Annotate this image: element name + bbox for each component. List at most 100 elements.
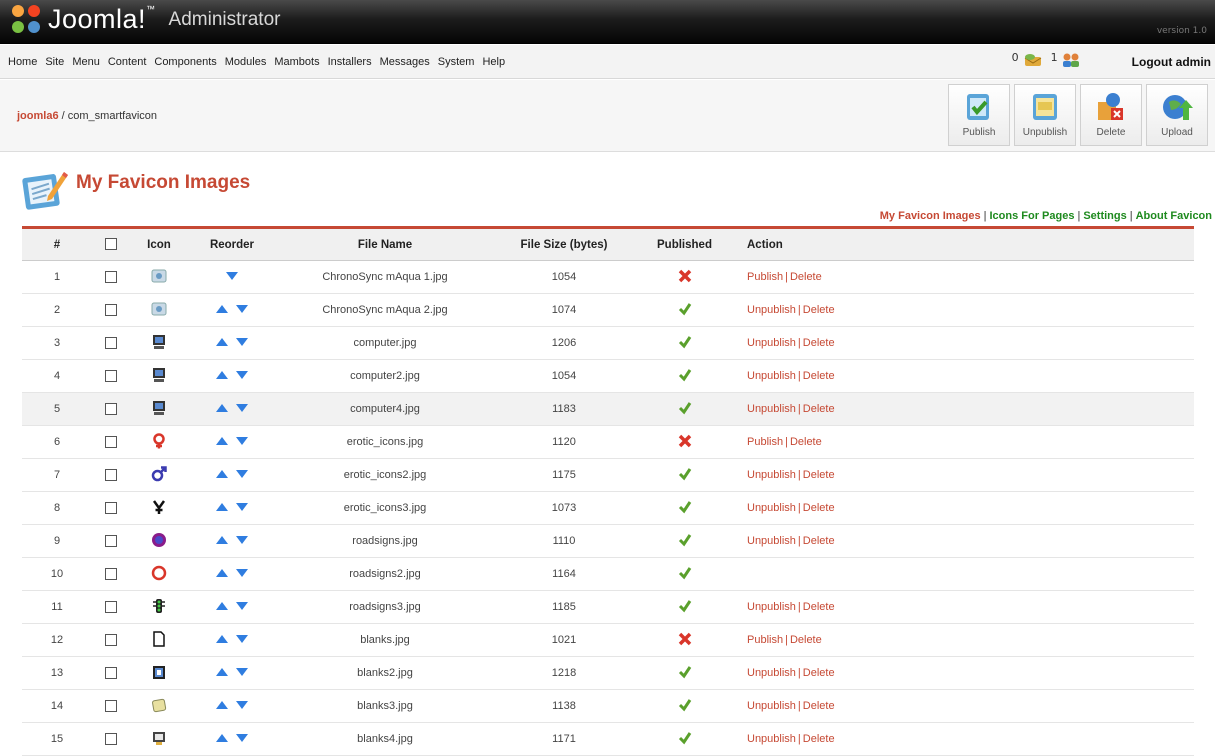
menu-item-messages[interactable]: Messages — [376, 56, 434, 68]
delete-button[interactable]: Delete — [1080, 84, 1142, 146]
row-checkbox[interactable] — [105, 733, 117, 746]
subnav-icons-for-pages[interactable]: Icons For Pages — [990, 210, 1075, 222]
move-up-arrow-icon[interactable] — [215, 304, 229, 317]
row-delete-link[interactable]: Delete — [803, 667, 835, 679]
publish-button[interactable]: Publish — [948, 84, 1010, 146]
move-down-arrow-icon[interactable] — [235, 667, 249, 680]
messages-icon[interactable] — [1022, 52, 1044, 72]
menu-item-components[interactable]: Components — [150, 56, 220, 68]
published-check-icon[interactable] — [678, 731, 692, 748]
move-up-arrow-icon[interactable] — [215, 733, 229, 746]
row-checkbox[interactable] — [105, 370, 117, 383]
row-unpublish-link[interactable]: Unpublish — [747, 370, 796, 382]
move-up-arrow-icon[interactable] — [215, 502, 229, 515]
move-up-arrow-icon[interactable] — [215, 700, 229, 713]
move-up-arrow-icon[interactable] — [215, 403, 229, 416]
unpublished-cross-icon[interactable] — [678, 269, 692, 286]
logout-link[interactable]: Logout admin — [1132, 55, 1211, 69]
move-down-arrow-icon[interactable] — [235, 469, 249, 482]
row-publish-link[interactable]: Publish — [747, 436, 783, 448]
row-publish-link[interactable]: Publish — [747, 634, 783, 646]
row-unpublish-link[interactable]: Unpublish — [747, 469, 796, 481]
move-up-arrow-icon[interactable] — [215, 568, 229, 581]
row-unpublish-link[interactable]: Unpublish — [747, 535, 796, 547]
move-down-arrow-icon[interactable] — [235, 535, 249, 548]
published-check-icon[interactable] — [678, 599, 692, 616]
move-up-arrow-icon[interactable] — [215, 436, 229, 449]
published-check-icon[interactable] — [678, 368, 692, 385]
row-delete-link[interactable]: Delete — [803, 535, 835, 547]
menu-item-home[interactable]: Home — [4, 56, 41, 68]
menu-item-help[interactable]: Help — [478, 56, 509, 68]
published-check-icon[interactable] — [678, 566, 692, 583]
move-up-arrow-icon[interactable] — [215, 601, 229, 614]
move-up-arrow-icon[interactable] — [215, 337, 229, 350]
row-delete-link[interactable]: Delete — [803, 337, 835, 349]
row-checkbox[interactable] — [105, 337, 117, 350]
menu-item-mambots[interactable]: Mambots — [270, 56, 323, 68]
row-checkbox[interactable] — [105, 700, 117, 713]
row-delete-link[interactable]: Delete — [803, 601, 835, 613]
row-checkbox[interactable] — [105, 601, 117, 614]
published-check-icon[interactable] — [678, 665, 692, 682]
move-down-arrow-icon[interactable] — [235, 634, 249, 647]
move-down-arrow-icon[interactable] — [235, 337, 249, 350]
row-unpublish-link[interactable]: Unpublish — [747, 601, 796, 613]
row-delete-link[interactable]: Delete — [790, 634, 822, 646]
move-down-arrow-icon[interactable] — [235, 403, 249, 416]
row-delete-link[interactable]: Delete — [803, 403, 835, 415]
menu-item-menu[interactable]: Menu — [68, 56, 104, 68]
row-checkbox[interactable] — [105, 403, 117, 416]
row-unpublish-link[interactable]: Unpublish — [747, 502, 796, 514]
move-up-arrow-icon[interactable] — [215, 370, 229, 383]
row-delete-link[interactable]: Delete — [803, 502, 835, 514]
row-checkbox[interactable] — [105, 535, 117, 548]
move-down-arrow-icon[interactable] — [225, 271, 239, 284]
row-unpublish-link[interactable]: Unpublish — [747, 403, 796, 415]
row-unpublish-link[interactable]: Unpublish — [747, 667, 796, 679]
move-down-arrow-icon[interactable] — [235, 700, 249, 713]
row-delete-link[interactable]: Delete — [803, 304, 835, 316]
menu-item-content[interactable]: Content — [104, 56, 151, 68]
row-delete-link[interactable]: Delete — [790, 436, 822, 448]
row-checkbox[interactable] — [105, 667, 117, 680]
row-checkbox[interactable] — [105, 469, 117, 482]
row-unpublish-link[interactable]: Unpublish — [747, 304, 796, 316]
row-checkbox[interactable] — [105, 436, 117, 449]
row-checkbox[interactable] — [105, 271, 117, 284]
row-checkbox[interactable] — [105, 568, 117, 581]
published-check-icon[interactable] — [678, 302, 692, 319]
unpublished-cross-icon[interactable] — [678, 632, 692, 649]
published-check-icon[interactable] — [678, 500, 692, 517]
row-unpublish-link[interactable]: Unpublish — [747, 337, 796, 349]
menu-item-installers[interactable]: Installers — [324, 56, 376, 68]
unpublished-cross-icon[interactable] — [678, 434, 692, 451]
published-check-icon[interactable] — [678, 401, 692, 418]
users-icon[interactable] — [1061, 52, 1081, 72]
subnav-settings[interactable]: Settings — [1083, 210, 1126, 222]
move-down-arrow-icon[interactable] — [235, 502, 249, 515]
published-check-icon[interactable] — [678, 335, 692, 352]
move-down-arrow-icon[interactable] — [235, 304, 249, 317]
move-down-arrow-icon[interactable] — [235, 568, 249, 581]
published-check-icon[interactable] — [678, 467, 692, 484]
row-unpublish-link[interactable]: Unpublish — [747, 733, 796, 745]
row-delete-link[interactable]: Delete — [803, 700, 835, 712]
row-delete-link[interactable]: Delete — [790, 271, 822, 283]
row-checkbox[interactable] — [105, 304, 117, 317]
row-delete-link[interactable]: Delete — [803, 733, 835, 745]
move-up-arrow-icon[interactable] — [215, 535, 229, 548]
move-down-arrow-icon[interactable] — [235, 436, 249, 449]
row-delete-link[interactable]: Delete — [803, 469, 835, 481]
row-checkbox[interactable] — [105, 502, 117, 515]
row-checkbox[interactable] — [105, 634, 117, 647]
move-up-arrow-icon[interactable] — [215, 469, 229, 482]
published-check-icon[interactable] — [678, 533, 692, 550]
move-up-arrow-icon[interactable] — [215, 634, 229, 647]
menu-item-modules[interactable]: Modules — [221, 56, 271, 68]
row-publish-link[interactable]: Publish — [747, 271, 783, 283]
move-down-arrow-icon[interactable] — [235, 601, 249, 614]
unpublish-button[interactable]: Unpublish — [1014, 84, 1076, 146]
row-delete-link[interactable]: Delete — [803, 370, 835, 382]
move-up-arrow-icon[interactable] — [215, 667, 229, 680]
